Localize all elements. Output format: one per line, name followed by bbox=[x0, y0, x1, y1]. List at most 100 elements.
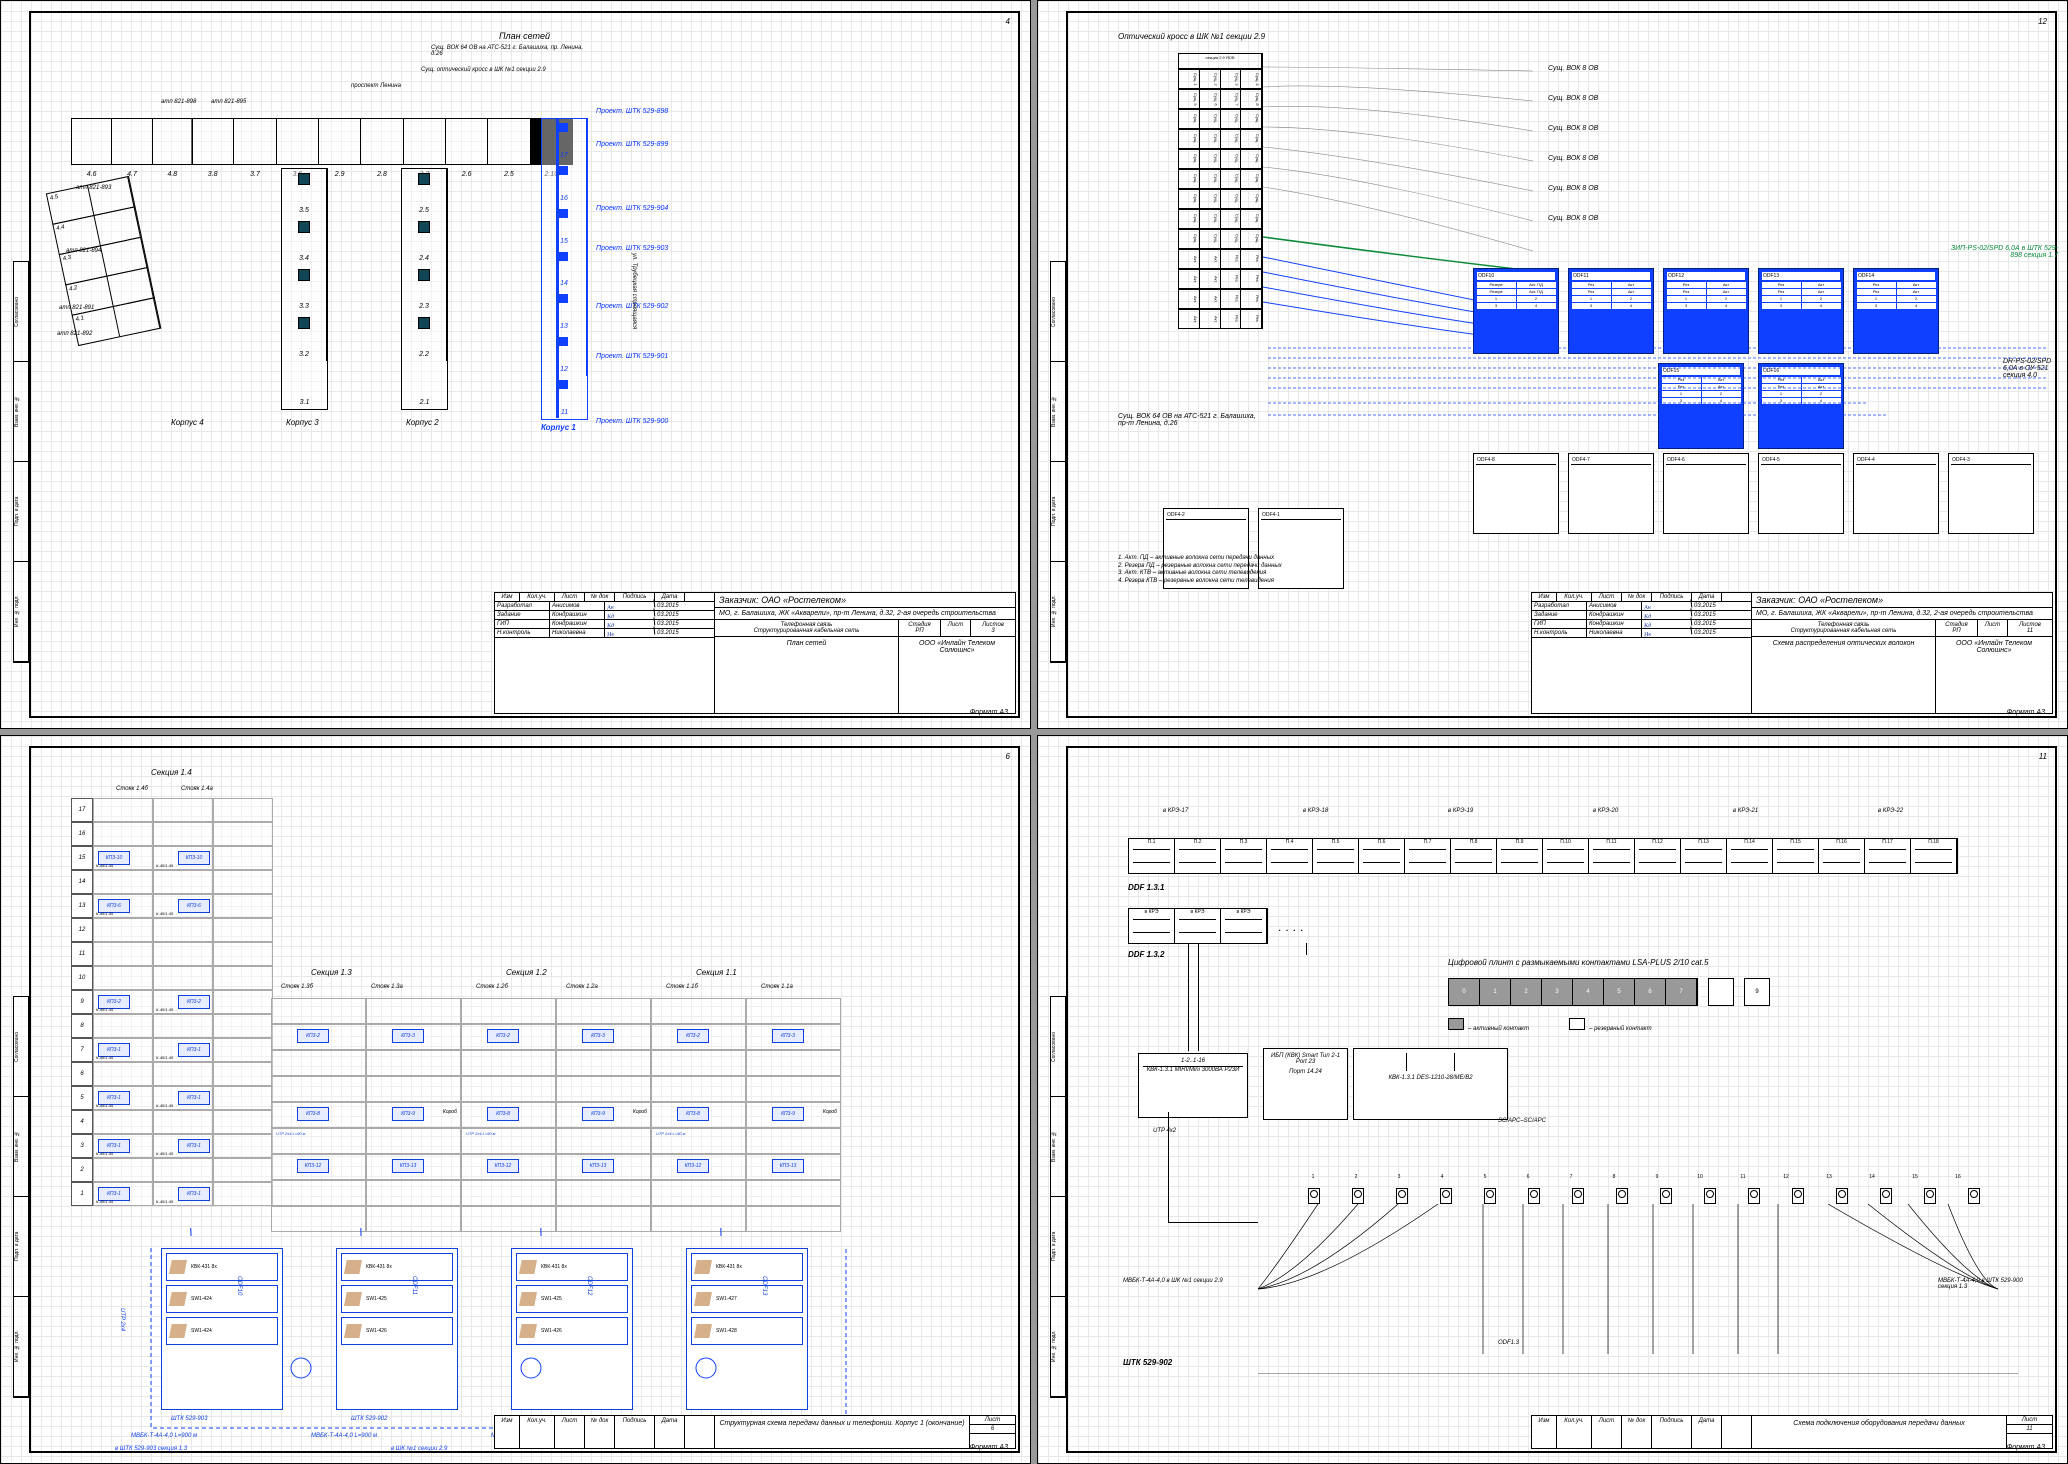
box-icon bbox=[418, 221, 430, 233]
stoyak: Стояк 1.3а bbox=[371, 984, 403, 990]
sheet-title: Структурная схема передачи данных и теле… bbox=[715, 1416, 970, 1448]
sheet-title: Схема подключения оборудования передачи … bbox=[1752, 1416, 2007, 1448]
shtk-tag: Проект. ШТК 529-899 bbox=[596, 141, 668, 148]
stoyak: Стояк 1.4б bbox=[116, 786, 148, 792]
left-mvbk: МВБК-Т-4А-4,0 в ШК №1 секции 2.9 bbox=[1123, 1278, 1223, 1284]
format: Формат А3 bbox=[970, 709, 1008, 716]
sheet-number: 12 bbox=[2038, 17, 2047, 26]
plinth-title: Цифровой плинт с размыкаемыми контактами… bbox=[1448, 958, 1708, 967]
kross-cell: П.10 bbox=[1543, 839, 1589, 873]
stoyak: Стояк 1.2б bbox=[476, 984, 508, 990]
sec: 2.7 bbox=[404, 119, 446, 164]
kross-cell: П.11 bbox=[1589, 839, 1635, 873]
riser-right-sections: КП3-2КП3-3КП3-2КП3-3КП3-2КП3-3КП3-8КП3-9… bbox=[271, 998, 851, 1232]
sheet-fiber-scheme: 12 Оптический кросс в ШК №1 секции 2.9 с… bbox=[1037, 0, 2068, 729]
wire bbox=[1168, 1112, 1169, 1222]
atp: атп 821-892 bbox=[57, 331, 92, 337]
sec: 4.6 bbox=[72, 119, 112, 164]
korpus1: Корпус 1 bbox=[541, 423, 576, 432]
stoyak: Стояк 1.4а bbox=[181, 786, 213, 792]
kross-cell: П.16 bbox=[1819, 839, 1865, 873]
blue-box-icon bbox=[559, 252, 568, 261]
odf-blue-block: ODF12 РезАктРезАкт1234 bbox=[1663, 268, 1749, 354]
titleblock-right: Заказчик: ОАО «Ростелеком» МО, г. Балаши… bbox=[1752, 593, 2052, 713]
kre-lbl: в КРЭ-21 bbox=[1733, 808, 1758, 814]
blue-box-icon bbox=[559, 209, 568, 218]
sheet-number: 11 bbox=[2039, 752, 2047, 761]
plinth-row: 01234567 bbox=[1448, 978, 1698, 1006]
blue-box-icon bbox=[559, 337, 568, 346]
bok-label: Сущ. ВОК 8 ОВ bbox=[1548, 215, 1598, 222]
sec: 4.7 bbox=[112, 119, 152, 164]
kross-cell: в КРЭ bbox=[1221, 909, 1267, 943]
device-box: КВК-1.3.1 DES-1210-28/ME/B2 bbox=[1353, 1048, 1508, 1120]
odf-blue-block: ODF11 РезАктРезАкт1234 bbox=[1568, 268, 1654, 354]
section-top: Секция 1.4 bbox=[151, 768, 192, 777]
stoyak: Стояк 1.3б bbox=[281, 984, 313, 990]
building-k3-k2-strip: 3.8 3.7 3.6 2.9 2.8 2.7 2.6 2.5 2.10 bbox=[191, 118, 573, 165]
fiber-port-row bbox=[1308, 1188, 1980, 1204]
customer: Заказчик: ОАО «Ростелеком» bbox=[1752, 593, 2052, 608]
kre-lbl: в КРЭ-22 bbox=[1878, 808, 1903, 814]
kross-cell: П.14 bbox=[1727, 839, 1773, 873]
titleblock: Изм Кол.уч. Лист № док Подпись Дата Разр… bbox=[1531, 592, 2053, 714]
wire bbox=[1306, 943, 1307, 955]
kross-cell: П.5 bbox=[1313, 839, 1359, 873]
ats-note: Сущ. ВОК 64 ОВ на АТС-521 г. Балашиха, п… bbox=[1118, 413, 1258, 427]
atp: атп 821-891 bbox=[59, 305, 94, 311]
right-mvbk: МВБК-Т-4А-4,0 в ШТК 529-900 секция 1.3 bbox=[1938, 1278, 2038, 1290]
korpus3: Корпус 3 bbox=[286, 418, 319, 427]
building-k4-lower: 4.5 4.4 4.3 4.2 4.1 bbox=[46, 176, 161, 345]
sec: 2.6 bbox=[446, 119, 488, 164]
bok-label: Сущ. ВОК 8 ОВ bbox=[1548, 95, 1598, 102]
sec: 2.8 bbox=[361, 119, 403, 164]
company: ООО «Инлайн Телеком Солюшнс» bbox=[1935, 637, 2052, 713]
kross-row-2: в КРЭ в КРЭ в КРЭ bbox=[1128, 908, 1268, 944]
device-box: 1-2..1-16 КВК-1.3.1 MIRI/Mini 3000ВА Р23… bbox=[1138, 1053, 1248, 1118]
odf-gray-block: ODF4-6 bbox=[1663, 453, 1749, 534]
left-binding-block: Согласовано Взам. инв. № Подп. и дата Ин… bbox=[1050, 996, 1066, 1398]
ellipsis-icon: .... bbox=[1278, 920, 1307, 934]
wire bbox=[1188, 943, 1189, 1051]
note-vok: Сущ. ВОК 64 ОВ на АТС-521 г. Балашиха, п… bbox=[431, 45, 591, 57]
street-right: ул. Трубецкая строящаяся bbox=[631, 253, 637, 329]
plan-area: проспект Ленина Сущ. ВОК 64 ОВ на АТС-52… bbox=[71, 73, 948, 526]
odf-blue-block: ODF10 РезервАкт. ПДРезервАкт. ПД1234 bbox=[1473, 268, 1559, 354]
street-label: проспект Ленина bbox=[351, 83, 401, 89]
kross-cell: П.3 bbox=[1221, 839, 1267, 873]
kross-cell: П.15 bbox=[1773, 839, 1819, 873]
odf-gray-block: ODF4-7 bbox=[1568, 453, 1654, 534]
wire bbox=[1168, 1222, 1258, 1223]
box-icon bbox=[298, 221, 310, 233]
bok-label: Сущ. ВОК 8 ОВ bbox=[1548, 125, 1598, 132]
wire bbox=[1198, 943, 1199, 1051]
format: Формат А3 bbox=[2007, 1444, 2045, 1451]
kross-row: П.1П.2П.3П.4П.5П.6П.7П.8П.9П.10П.11П.12П… bbox=[1128, 838, 1958, 874]
sheet-name: План сетей bbox=[715, 637, 898, 713]
kre-lbl: в КРЭ-17 bbox=[1163, 808, 1188, 814]
shtk-tag: Проект. ШТК 529-904 bbox=[596, 205, 668, 212]
format: Формат А3 bbox=[2007, 709, 2045, 716]
ddf2: DDF 1.3.2 bbox=[1128, 950, 1164, 959]
sheet-equipment: 11 в КРЭ-17 в КРЭ-18 в КРЭ-19 в КРЭ-20 в… bbox=[1037, 735, 2068, 1464]
building-k4-top: 4.6 4.7 4.8 bbox=[71, 118, 193, 165]
kross-cell: П.17 bbox=[1865, 839, 1911, 873]
address: МО, г. Балашиха, ЖК «Акварели», пр-т Лен… bbox=[1752, 608, 2052, 620]
building-k3-col: 3.5 3.4 3.3 3.2 3.1 bbox=[281, 168, 328, 410]
sec: 2.9 bbox=[319, 119, 361, 164]
stoyak: Стояк 1.2а bbox=[566, 984, 598, 990]
blue-box-icon bbox=[559, 123, 568, 132]
odf-blue-block: ODF13 РезАктРезАкт1234 bbox=[1758, 268, 1844, 354]
kre-lbl: в КРЭ-18 bbox=[1303, 808, 1328, 814]
odf-gray-block: ODF4-5 bbox=[1758, 453, 1844, 534]
sec: 3.8 bbox=[192, 119, 234, 164]
blue-box-icon bbox=[559, 380, 568, 389]
box-icon bbox=[298, 173, 310, 185]
legend: 1. Акт. ПД – активные волокна сети перед… bbox=[1118, 555, 1282, 586]
sheet-number: 4 bbox=[1006, 17, 1010, 26]
korpus4: Корпус 4 bbox=[171, 418, 204, 427]
kross-cell: П.12 bbox=[1635, 839, 1681, 873]
note-kross: Сущ. оптический кросс в ШК №1 секции 2.9 bbox=[421, 67, 581, 73]
green-note: ЗИП-PS-02/SPD 6,0А в ШТК 529-898 секция … bbox=[1948, 245, 2058, 259]
sec: 4.8 bbox=[153, 119, 192, 164]
